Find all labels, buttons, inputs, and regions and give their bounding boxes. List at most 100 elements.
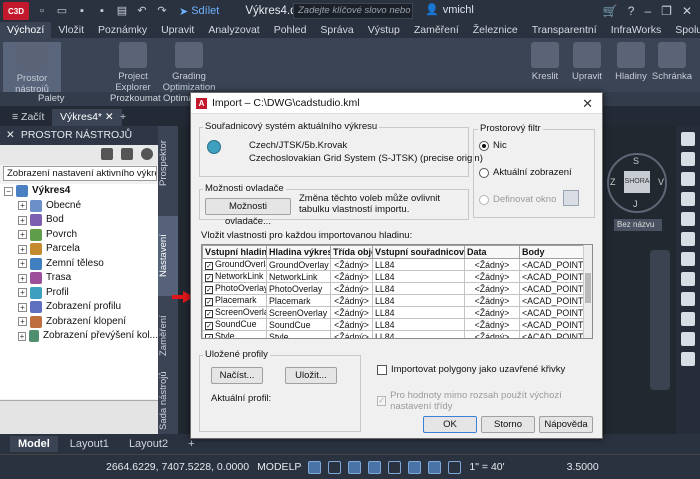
tree-item[interactable]: + Zobrazení profilu — [0, 300, 158, 315]
vtab-survey[interactable]: Zaměření — [158, 306, 178, 366]
filter-current-view-radio[interactable]: Aktuální zobrazení — [479, 167, 572, 178]
tree-item[interactable]: + Parcela — [0, 242, 158, 257]
snap-toggle-icon[interactable] — [328, 460, 342, 474]
define-window-icon[interactable] — [563, 190, 579, 206]
expand-icon[interactable]: + — [18, 244, 27, 254]
row-checkbox[interactable]: ✓ — [205, 298, 213, 306]
table-cell-input[interactable]: ✓ GroundOverla — [202, 258, 267, 271]
polar-toggle-icon[interactable] — [368, 460, 382, 474]
menu-tab[interactable]: Vložit — [51, 22, 91, 38]
table-cell-input[interactable]: ✓ Placemark — [202, 294, 267, 307]
menu-tab[interactable]: Analyzovat — [201, 22, 266, 38]
table-cell-cs[interactable]: LL84 — [372, 330, 465, 338]
table-cell-cs[interactable]: LL84 — [372, 270, 465, 283]
table-cell-class[interactable]: <Žádný> — [330, 318, 373, 331]
coordinate-readout[interactable]: 2664.6229, 7407.5228, 0.0000 — [106, 461, 249, 473]
expand-icon[interactable]: + — [18, 215, 27, 225]
menu-tab[interactable]: Pohled — [267, 22, 314, 38]
close-palette-icon[interactable]: ✕ — [6, 129, 15, 142]
compass-west[interactable]: Z — [610, 177, 616, 187]
tree-item[interactable]: + Zobrazení převýšení kol... — [0, 329, 158, 344]
menu-tab[interactable]: Transparentní — [525, 22, 604, 38]
column-header[interactable]: Vstupní hladina — [202, 245, 267, 259]
menu-tab[interactable]: Výstup — [361, 22, 407, 38]
row-checkbox[interactable]: ✓ — [205, 334, 213, 338]
right-tool-icon[interactable] — [681, 152, 695, 166]
app-logo[interactable]: C3D — [3, 2, 29, 20]
table-row[interactable]: ✓ ScreenOverla ScreenOverlay <Žádný> LL84 <Žá… — [202, 306, 585, 319]
tree-icon[interactable] — [101, 148, 113, 160]
table-cell-cs[interactable]: LL84 — [372, 258, 465, 271]
expand-icon[interactable]: + — [18, 317, 27, 327]
right-tool-icon[interactable] — [681, 272, 695, 286]
cancel-button[interactable]: Storno — [481, 416, 535, 433]
menu-tab[interactable]: Spolupráce — [668, 22, 700, 38]
menu-tab[interactable]: Poznámky — [91, 22, 154, 38]
wcs-menu[interactable]: Bez názvu — [614, 219, 662, 231]
ortho-toggle-icon[interactable] — [348, 460, 362, 474]
column-header[interactable]: Data — [464, 245, 520, 259]
right-tool-icon[interactable] — [681, 172, 695, 186]
compass-north[interactable]: S — [633, 156, 639, 166]
table-cell-input[interactable]: ✓ NetworkLink — [202, 270, 267, 283]
minimize-icon[interactable]: – — [644, 4, 651, 18]
table-cell-points[interactable]: <ACAD_POINT> — [519, 330, 585, 338]
restore-icon[interactable]: ❐ — [661, 4, 672, 18]
ribbon-button-toolspace[interactable]: Prostor nástrojů — [3, 42, 61, 95]
panel-label-explore[interactable]: Prozkoumat — [110, 92, 161, 106]
save-profile-button[interactable]: Uložit... — [285, 367, 337, 384]
view-selector[interactable]: Zobrazení nastavení aktivního výkresu — [3, 166, 157, 181]
table-cell-data[interactable]: <Žádný> — [464, 282, 520, 295]
table-cell-class[interactable]: <Žádný> — [330, 270, 373, 283]
right-tool-icon[interactable] — [681, 352, 695, 366]
expand-icon[interactable]: + — [18, 302, 27, 312]
right-tool-icon[interactable] — [681, 212, 695, 226]
tab-model[interactable]: Model — [10, 436, 58, 452]
table-row[interactable]: ✓ Placemark Placemark <Žádný> LL84 <Žádný> <AC… — [202, 294, 585, 307]
right-tool-icon[interactable] — [681, 332, 695, 346]
tree-item[interactable]: + Zobrazení klopení — [0, 315, 158, 330]
table-cell-data[interactable]: <Žádný> — [464, 294, 520, 307]
table-cell-input[interactable]: ✓ Style — [202, 330, 267, 338]
new-file-icon[interactable]: ▫ — [35, 4, 49, 18]
filter-define-window-radio[interactable]: Definovat okno — [479, 194, 556, 205]
table-row[interactable]: ✓ Style Style <Žádný> LL84 <Žádný> <ACAD_POINT… — [202, 330, 585, 338]
table-cell-data[interactable]: <Žádný> — [464, 258, 520, 271]
row-checkbox[interactable]: ✓ — [205, 286, 213, 294]
filter-none-radio[interactable]: Nic — [479, 140, 507, 151]
grid-icon[interactable] — [121, 148, 133, 160]
tree-item[interactable]: − Výkres4 — [0, 184, 158, 199]
table-cell-points[interactable]: <ACAD_POINT> — [519, 294, 585, 307]
table-cell-points[interactable]: <ACAD_POINT> — [519, 318, 585, 331]
annotation-visibility-icon[interactable] — [448, 460, 462, 474]
table-cell-layer[interactable]: ScreenOverlay — [266, 306, 331, 319]
vtab-toolbox[interactable]: Sada nástrojů — [158, 370, 178, 432]
menu-tab[interactable]: Výchozí — [0, 22, 52, 38]
menu-tab[interactable]: InfraWorks — [604, 22, 669, 38]
table-row[interactable]: ✓ SoundCue SoundCue <Žádný> LL84 <Žádný> <ACAD… — [202, 318, 585, 331]
table-cell-input[interactable]: ✓ ScreenOverla — [202, 306, 267, 319]
column-header[interactable]: Vstupní souřadnicový — [372, 245, 465, 259]
column-header[interactable]: Body — [519, 245, 585, 259]
undo-icon[interactable]: ↶ — [135, 4, 149, 18]
tree-item[interactable]: + Trasa — [0, 271, 158, 286]
driver-options-button[interactable]: Možnosti ovladače... — [205, 198, 291, 227]
row-checkbox[interactable]: ✓ — [205, 310, 213, 318]
row-checkbox[interactable]: ✓ — [205, 262, 213, 270]
table-row[interactable]: ✓ GroundOverla GroundOverlay <Žádný> LL84 <Žá… — [202, 258, 585, 271]
viewcube-face[interactable]: SHORA — [624, 171, 650, 193]
isodraft-toggle-icon[interactable] — [408, 460, 422, 474]
expand-icon[interactable]: + — [18, 259, 27, 269]
import-polygons-checkbox[interactable]: Importovat polygony jako uzavřené křivky — [377, 364, 565, 375]
menu-tab[interactable]: Správa — [313, 22, 360, 38]
tree-item[interactable]: + Zemní těleso — [0, 257, 158, 272]
annotation-value[interactable]: 3.5000 — [567, 461, 599, 473]
vtab-prospector[interactable]: Prospektor — [158, 130, 178, 196]
table-cell-class[interactable]: <Žádný> — [330, 330, 373, 338]
ribbon-button-clipboard[interactable]: Schránka — [646, 42, 698, 82]
annotation-scale[interactable]: 1" = 40' — [469, 461, 504, 473]
navigation-bar[interactable] — [650, 250, 670, 390]
collapse-icon[interactable]: − — [4, 186, 13, 196]
ok-button[interactable]: OK — [423, 416, 477, 433]
new-tab-button[interactable]: + — [112, 109, 134, 126]
